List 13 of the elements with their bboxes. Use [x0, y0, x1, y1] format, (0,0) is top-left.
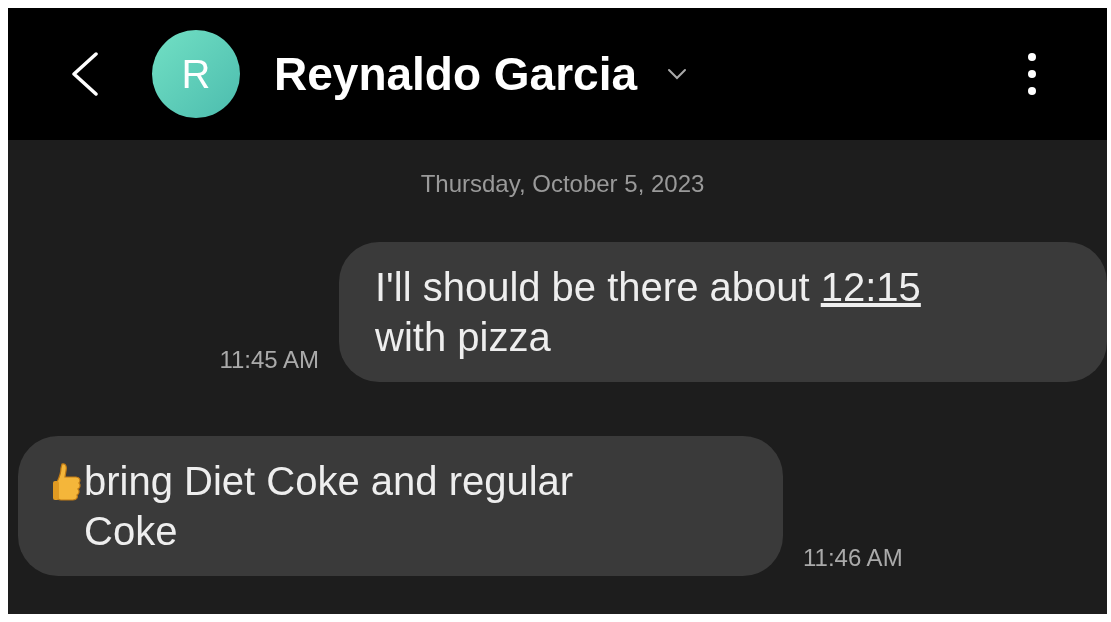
message-bubble[interactable]: bring Diet Coke and regular Coke [18, 436, 783, 576]
more-options-icon[interactable] [1027, 52, 1037, 96]
message-bubble[interactable]: I'll should be there about 12:15 with pizza [339, 242, 1107, 382]
message-text: I'll should be there about 12:15 with pizza [375, 264, 922, 361]
contact-name[interactable]: Reynaldo Garcia [274, 47, 638, 101]
caret-icon[interactable] [667, 68, 688, 80]
message-time: 11:45 AM [219, 346, 319, 374]
time-link[interactable]: 12:15 [820, 265, 921, 309]
thumbs-up-icon [52, 462, 82, 502]
message-text: bring Diet Coke and regular Coke [84, 458, 575, 555]
back-icon[interactable] [70, 52, 100, 96]
date-divider: Thursday, October 5, 2023 [420, 170, 705, 198]
message-time: 11:46 AM [803, 544, 903, 572]
